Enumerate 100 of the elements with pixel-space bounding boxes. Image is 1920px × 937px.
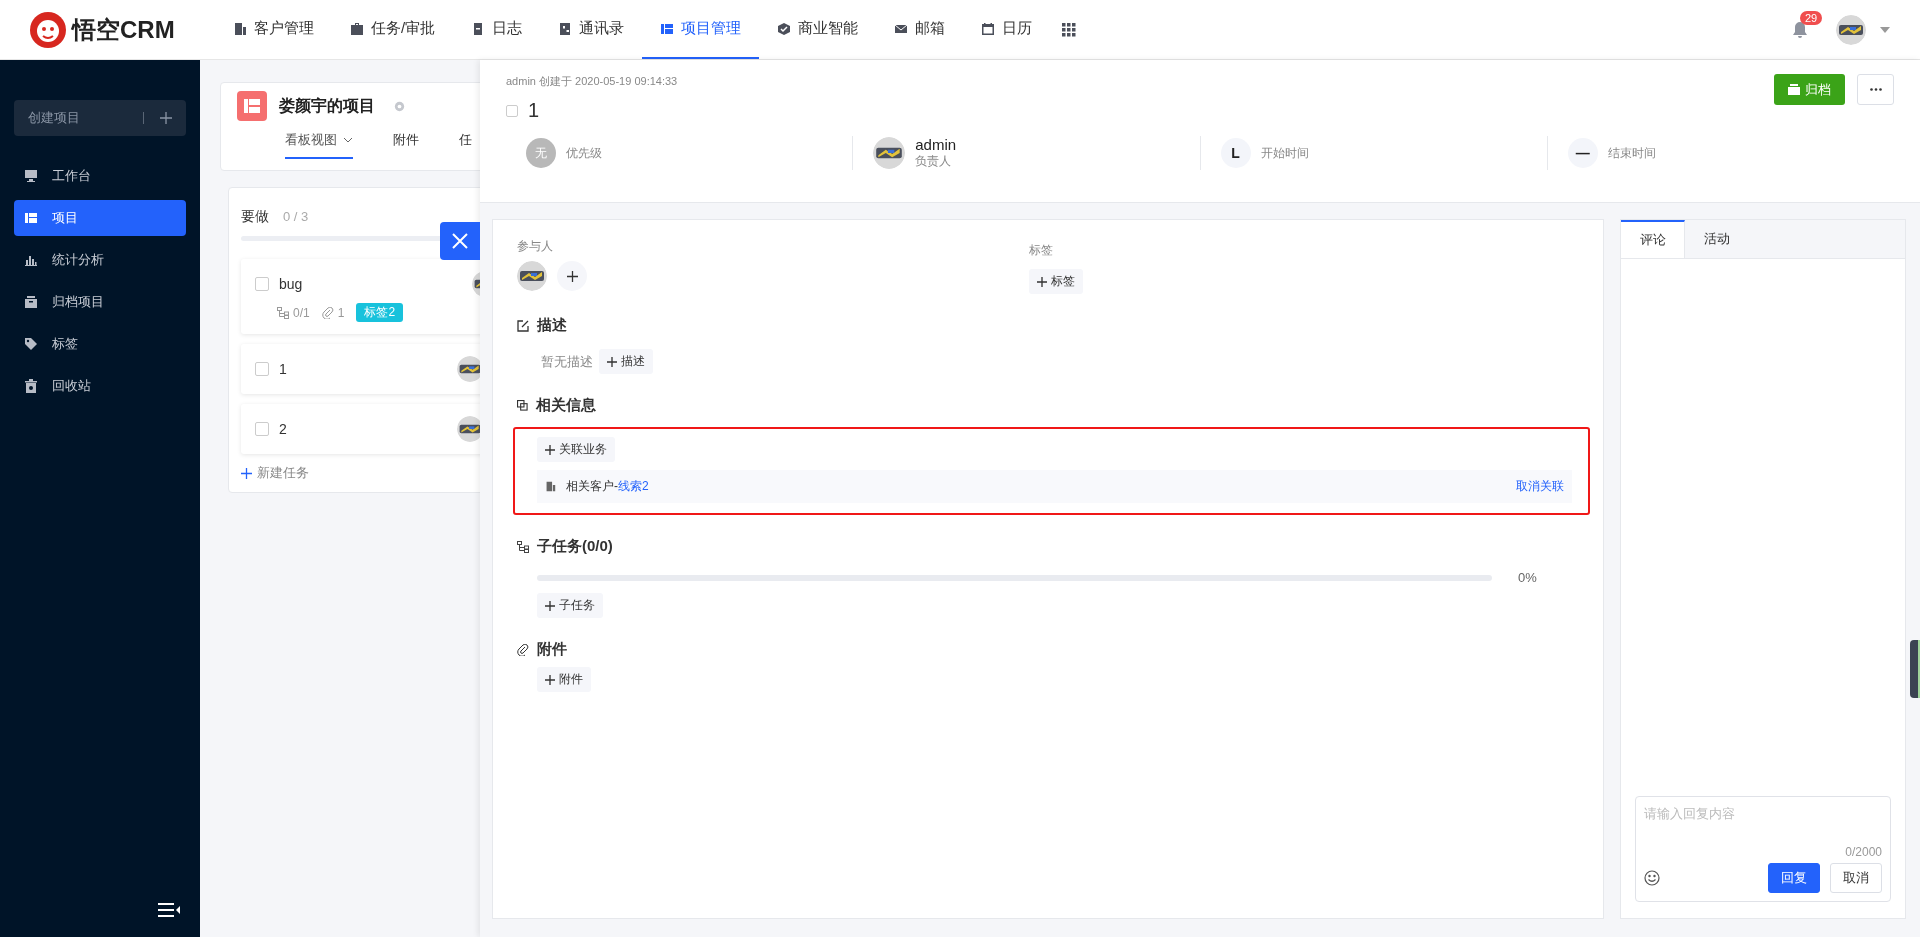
tag-icon	[24, 337, 38, 351]
nav-tab[interactable]: 商业智能	[759, 0, 877, 59]
sidebar-item[interactable]: 工作台	[14, 158, 186, 194]
task-card[interactable]: 1	[241, 344, 480, 394]
sidebar-item[interactable]: 统计分析	[14, 242, 186, 278]
task-title: 1	[528, 99, 540, 122]
task-checkbox[interactable]	[506, 104, 518, 117]
field-label: 负责人	[915, 153, 953, 170]
related-label: 相关客户-	[566, 478, 618, 495]
task-checkbox[interactable]	[255, 362, 269, 376]
bell-icon[interactable]	[1792, 20, 1808, 39]
sidebar-item[interactable]: 项目	[14, 200, 186, 236]
date-badge[interactable]: L	[1220, 138, 1251, 168]
board-icon	[660, 21, 675, 36]
plus-icon	[545, 600, 555, 611]
field-label: 优先级	[566, 144, 602, 162]
panel-tab[interactable]: 活动	[1685, 220, 1749, 258]
panel-tab[interactable]: 评论	[1621, 220, 1685, 258]
related-link[interactable]: 线索2	[618, 478, 649, 495]
nav-tab[interactable]: 日历	[963, 0, 1051, 59]
avatar[interactable]	[1836, 14, 1866, 45]
section-title: 描述	[537, 316, 567, 335]
character-counter: 0/2000	[1845, 845, 1882, 859]
nav-tab[interactable]: 任务/审批	[332, 0, 454, 59]
plus-icon	[607, 356, 617, 367]
monkey-logo-icon	[30, 11, 66, 48]
plus-icon	[545, 444, 555, 455]
add-description-button[interactable]: 描述	[599, 349, 653, 374]
view-tab[interactable]: 看板视图	[285, 131, 353, 159]
box-icon	[1788, 84, 1800, 95]
field-label: 开始时间	[1260, 144, 1309, 162]
create-project-button[interactable]: 创建项目	[14, 100, 186, 136]
task-tag: 标签2	[356, 303, 404, 322]
plus-icon	[1037, 276, 1047, 287]
link-business-button[interactable]: 关联业务	[537, 437, 615, 462]
task-checkbox[interactable]	[255, 422, 269, 436]
cube-icon	[777, 21, 792, 36]
avatar[interactable]	[517, 261, 547, 291]
chart-icon	[24, 253, 38, 267]
briefcase-icon	[350, 21, 364, 36]
building-icon	[545, 481, 556, 492]
attachment-count: 1	[337, 305, 345, 320]
sidebar-item[interactable]: 归档项目	[14, 284, 186, 320]
cancel-button[interactable]: 取消	[1830, 863, 1882, 893]
side-widget[interactable]	[1910, 640, 1920, 698]
edit-icon	[517, 319, 529, 332]
view-tab[interactable]: 附件	[393, 131, 419, 159]
plus-icon	[160, 112, 172, 124]
add-subtask-button[interactable]: 子任务	[537, 593, 603, 618]
column-title: 要做	[241, 208, 269, 226]
task-card[interactable]: 2	[241, 404, 480, 454]
avatar[interactable]	[456, 356, 480, 382]
emoji-icon[interactable]	[1644, 870, 1660, 886]
app-logo-text: 悟空CRM	[72, 14, 175, 45]
tags-label: 标签	[1029, 242, 1053, 259]
sidebar-item[interactable]: 标签	[14, 326, 186, 362]
chevron-down-icon	[343, 137, 353, 143]
board-icon	[24, 211, 38, 225]
nav-tab[interactable]: 通讯录	[540, 0, 643, 59]
task-title: bug	[279, 276, 303, 292]
nav-tab[interactable]: 邮箱	[876, 0, 964, 59]
add-attachment-button[interactable]: 附件	[537, 667, 591, 692]
sidebar-item[interactable]: 回收站	[14, 368, 186, 404]
nav-tab[interactable]: 客户管理	[215, 0, 332, 59]
new-task-link[interactable]: 新建任务	[241, 464, 480, 482]
add-participant-button[interactable]	[557, 261, 587, 291]
more-icon	[1869, 88, 1882, 91]
participants-label: 参与人	[517, 238, 554, 255]
phone-icon	[558, 21, 573, 36]
plus-icon	[566, 270, 578, 282]
paperclip-icon	[321, 306, 334, 319]
nav-tab[interactable]: 日志	[453, 0, 541, 59]
reply-field[interactable]: 请输入回复内容 0/2000 回复 取消	[1635, 796, 1891, 902]
paperclip-icon	[517, 643, 529, 656]
subtask-icon	[277, 306, 289, 319]
plus-icon	[241, 467, 252, 479]
unlink-link[interactable]: 取消关联	[1516, 478, 1564, 495]
column-count: 0 / 3	[283, 209, 309, 224]
avatar[interactable]	[873, 137, 906, 169]
task-title: 1	[279, 361, 287, 377]
empty-description: 暂无描述	[541, 352, 593, 371]
task-checkbox[interactable]	[255, 277, 269, 291]
avatar[interactable]	[456, 416, 480, 442]
field-label: 结束时间	[1607, 144, 1656, 162]
apps-grid-icon[interactable]	[1062, 22, 1077, 37]
caret-icon[interactable]	[1880, 26, 1890, 33]
reply-button[interactable]: 回复	[1768, 863, 1820, 893]
add-tag-button[interactable]: 标签	[1029, 269, 1083, 294]
subtask-count: 0/1	[293, 305, 310, 320]
copy-icon	[517, 400, 528, 411]
progress-percent: 0%	[1518, 570, 1537, 585]
task-card[interactable]: bug 0/1 1 标签2	[241, 259, 480, 334]
close-button[interactable]	[440, 222, 480, 260]
task-title: 2	[279, 421, 287, 437]
date-badge[interactable]: —	[1567, 138, 1598, 168]
section-title: 相关信息	[536, 396, 596, 415]
view-tab[interactable]: 任	[459, 131, 472, 159]
collapse-menu-icon[interactable]	[158, 903, 180, 917]
subtask-icon	[517, 540, 529, 553]
plus-icon	[545, 674, 555, 685]
